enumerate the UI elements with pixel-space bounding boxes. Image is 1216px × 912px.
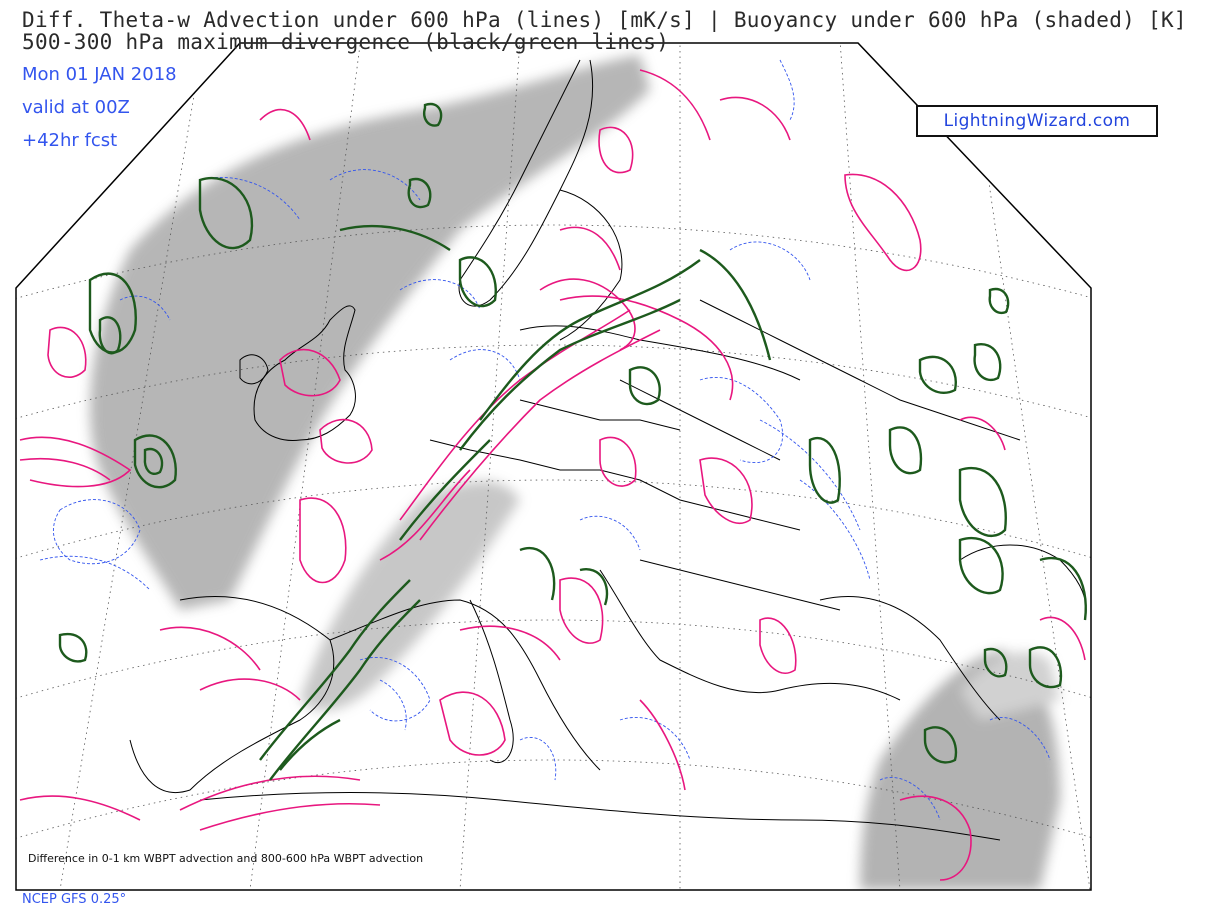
chart-subtitle: 500-300 hPa maximum divergence (black/gr… bbox=[22, 30, 670, 54]
forecast-hour: +42hr fcst bbox=[22, 130, 118, 151]
run-date: Mon 01 JAN 2018 bbox=[22, 64, 177, 85]
model-label: NCEP GFS 0.25° bbox=[22, 892, 127, 907]
brand-logo: LightningWizard.com bbox=[916, 105, 1158, 137]
chart-title: Diff. Theta-w Advection under 600 hPa (l… bbox=[22, 8, 1187, 32]
map-footnote: Difference in 0-1 km WBPT advection and … bbox=[28, 852, 424, 865]
valid-time: valid at 00Z bbox=[22, 97, 130, 118]
